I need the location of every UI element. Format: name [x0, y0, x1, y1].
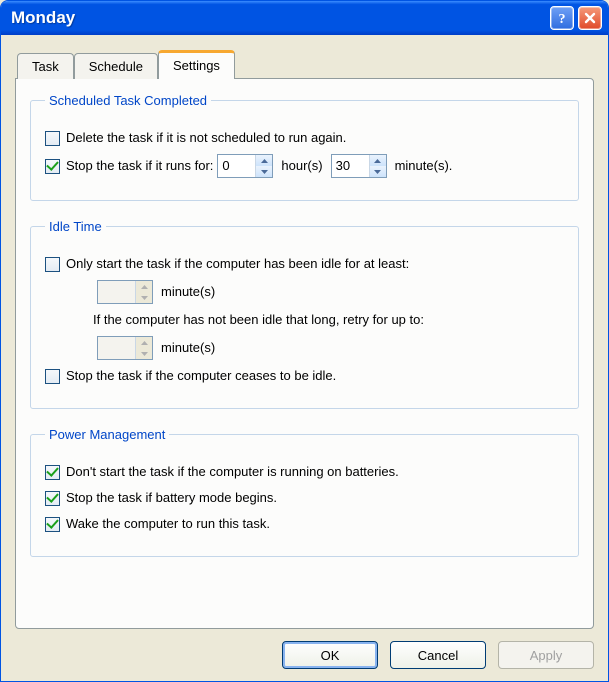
group-scheduled-task-completed: Scheduled Task Completed Delete the task… [30, 93, 579, 201]
row-wake-to-run: Wake the computer to run this task. [45, 514, 564, 534]
dialog-window: Monday ? Task Schedule Settings Schedule… [0, 0, 609, 682]
titlebar[interactable]: Monday ? [1, 1, 608, 35]
checkbox-icon [45, 465, 60, 480]
retry-label: If the computer has not been idle that l… [93, 310, 424, 330]
group-legend-power: Power Management [45, 427, 169, 442]
spin-hours[interactable]: 0 [217, 154, 273, 178]
spin-value: 0 [218, 155, 255, 177]
spin-arrows [369, 155, 386, 177]
spin-up-icon [135, 337, 152, 348]
tabstrip: Task Schedule Settings [15, 49, 594, 78]
checkbox-label: Delete the task if it is not scheduled t… [66, 128, 346, 148]
checkbox-stop-if-battery-begins[interactable]: Stop the task if battery mode begins. [45, 488, 277, 508]
spin-down-icon[interactable] [255, 166, 272, 177]
spin-value: 30 [332, 155, 369, 177]
checkbox-stop-if-runs-for[interactable]: Stop the task if it runs for: [45, 156, 213, 176]
spin-down-icon [135, 348, 152, 359]
checkbox-icon [45, 257, 60, 272]
tab-settings[interactable]: Settings [158, 50, 235, 79]
row-delete-if-not-scheduled: Delete the task if it is not scheduled t… [45, 128, 564, 148]
checkbox-icon [45, 131, 60, 146]
close-icon [584, 12, 596, 24]
group-idle-time: Idle Time Only start the task if the com… [30, 219, 579, 409]
group-legend-completed: Scheduled Task Completed [45, 93, 211, 108]
spin-value [98, 281, 135, 303]
close-button[interactable] [578, 6, 602, 30]
tab-schedule[interactable]: Schedule [74, 53, 158, 79]
spin-arrows [255, 155, 272, 177]
minutes-unit: minute(s). [395, 156, 453, 176]
help-button[interactable]: ? [550, 6, 574, 30]
svg-text:?: ? [559, 12, 566, 25]
spin-minutes[interactable]: 30 [331, 154, 387, 178]
client-area: Task Schedule Settings Scheduled Task Co… [1, 35, 608, 681]
checkbox-label: Wake the computer to run this task. [66, 514, 270, 534]
idle-minutes-unit: minute(s) [161, 282, 215, 302]
row-stop-if-battery-begins: Stop the task if battery mode begins. [45, 488, 564, 508]
group-legend-idle: Idle Time [45, 219, 106, 234]
apply-button: Apply [498, 641, 594, 669]
row-retry-minutes: minute(s) [45, 336, 564, 360]
checkbox-label: Stop the task if the computer ceases to … [66, 366, 336, 386]
spin-value [98, 337, 135, 359]
checkbox-icon [45, 491, 60, 506]
retry-minutes-unit: minute(s) [161, 338, 215, 358]
checkbox-wake-to-run[interactable]: Wake the computer to run this task. [45, 514, 270, 534]
spin-up-icon[interactable] [369, 155, 386, 166]
spin-down-icon [135, 292, 152, 303]
checkbox-label: Don't start the task if the computer is … [66, 462, 399, 482]
spin-up-icon[interactable] [255, 155, 272, 166]
window-title: Monday [11, 8, 546, 28]
group-power-management: Power Management Don't start the task if… [30, 427, 579, 557]
row-dont-start-on-batteries: Don't start the task if the computer is … [45, 462, 564, 482]
tab-task[interactable]: Task [17, 53, 74, 79]
spin-retry-minutes [97, 336, 153, 360]
checkbox-label: Stop the task if it runs for: [66, 156, 213, 176]
spin-arrows [135, 281, 152, 303]
checkbox-dont-start-on-batteries[interactable]: Don't start the task if the computer is … [45, 462, 399, 482]
row-stop-if-runs-for: Stop the task if it runs for: 0 hour(s) … [45, 154, 564, 178]
tab-panel-settings: Scheduled Task Completed Delete the task… [15, 78, 594, 629]
checkbox-only-start-if-idle[interactable]: Only start the task if the computer has … [45, 254, 409, 274]
checkbox-stop-if-ceases-idle[interactable]: Stop the task if the computer ceases to … [45, 366, 336, 386]
row-idle-minutes: minute(s) [45, 280, 564, 304]
checkbox-icon [45, 159, 60, 174]
help-icon: ? [556, 11, 568, 25]
checkbox-icon [45, 517, 60, 532]
row-only-start-if-idle: Only start the task if the computer has … [45, 254, 564, 274]
checkbox-label: Only start the task if the computer has … [66, 254, 409, 274]
row-stop-if-ceases-idle: Stop the task if the computer ceases to … [45, 366, 564, 386]
spin-down-icon[interactable] [369, 166, 386, 177]
spin-idle-minutes [97, 280, 153, 304]
ok-button[interactable]: OK [282, 641, 378, 669]
cancel-button[interactable]: Cancel [390, 641, 486, 669]
hours-unit: hour(s) [281, 156, 322, 176]
row-retry-label: If the computer has not been idle that l… [45, 310, 564, 330]
dialog-footer: OK Cancel Apply [15, 629, 594, 669]
checkbox-label: Stop the task if battery mode begins. [66, 488, 277, 508]
checkbox-icon [45, 369, 60, 384]
spin-up-icon [135, 281, 152, 292]
spin-arrows [135, 337, 152, 359]
checkbox-delete-if-not-scheduled[interactable]: Delete the task if it is not scheduled t… [45, 128, 346, 148]
